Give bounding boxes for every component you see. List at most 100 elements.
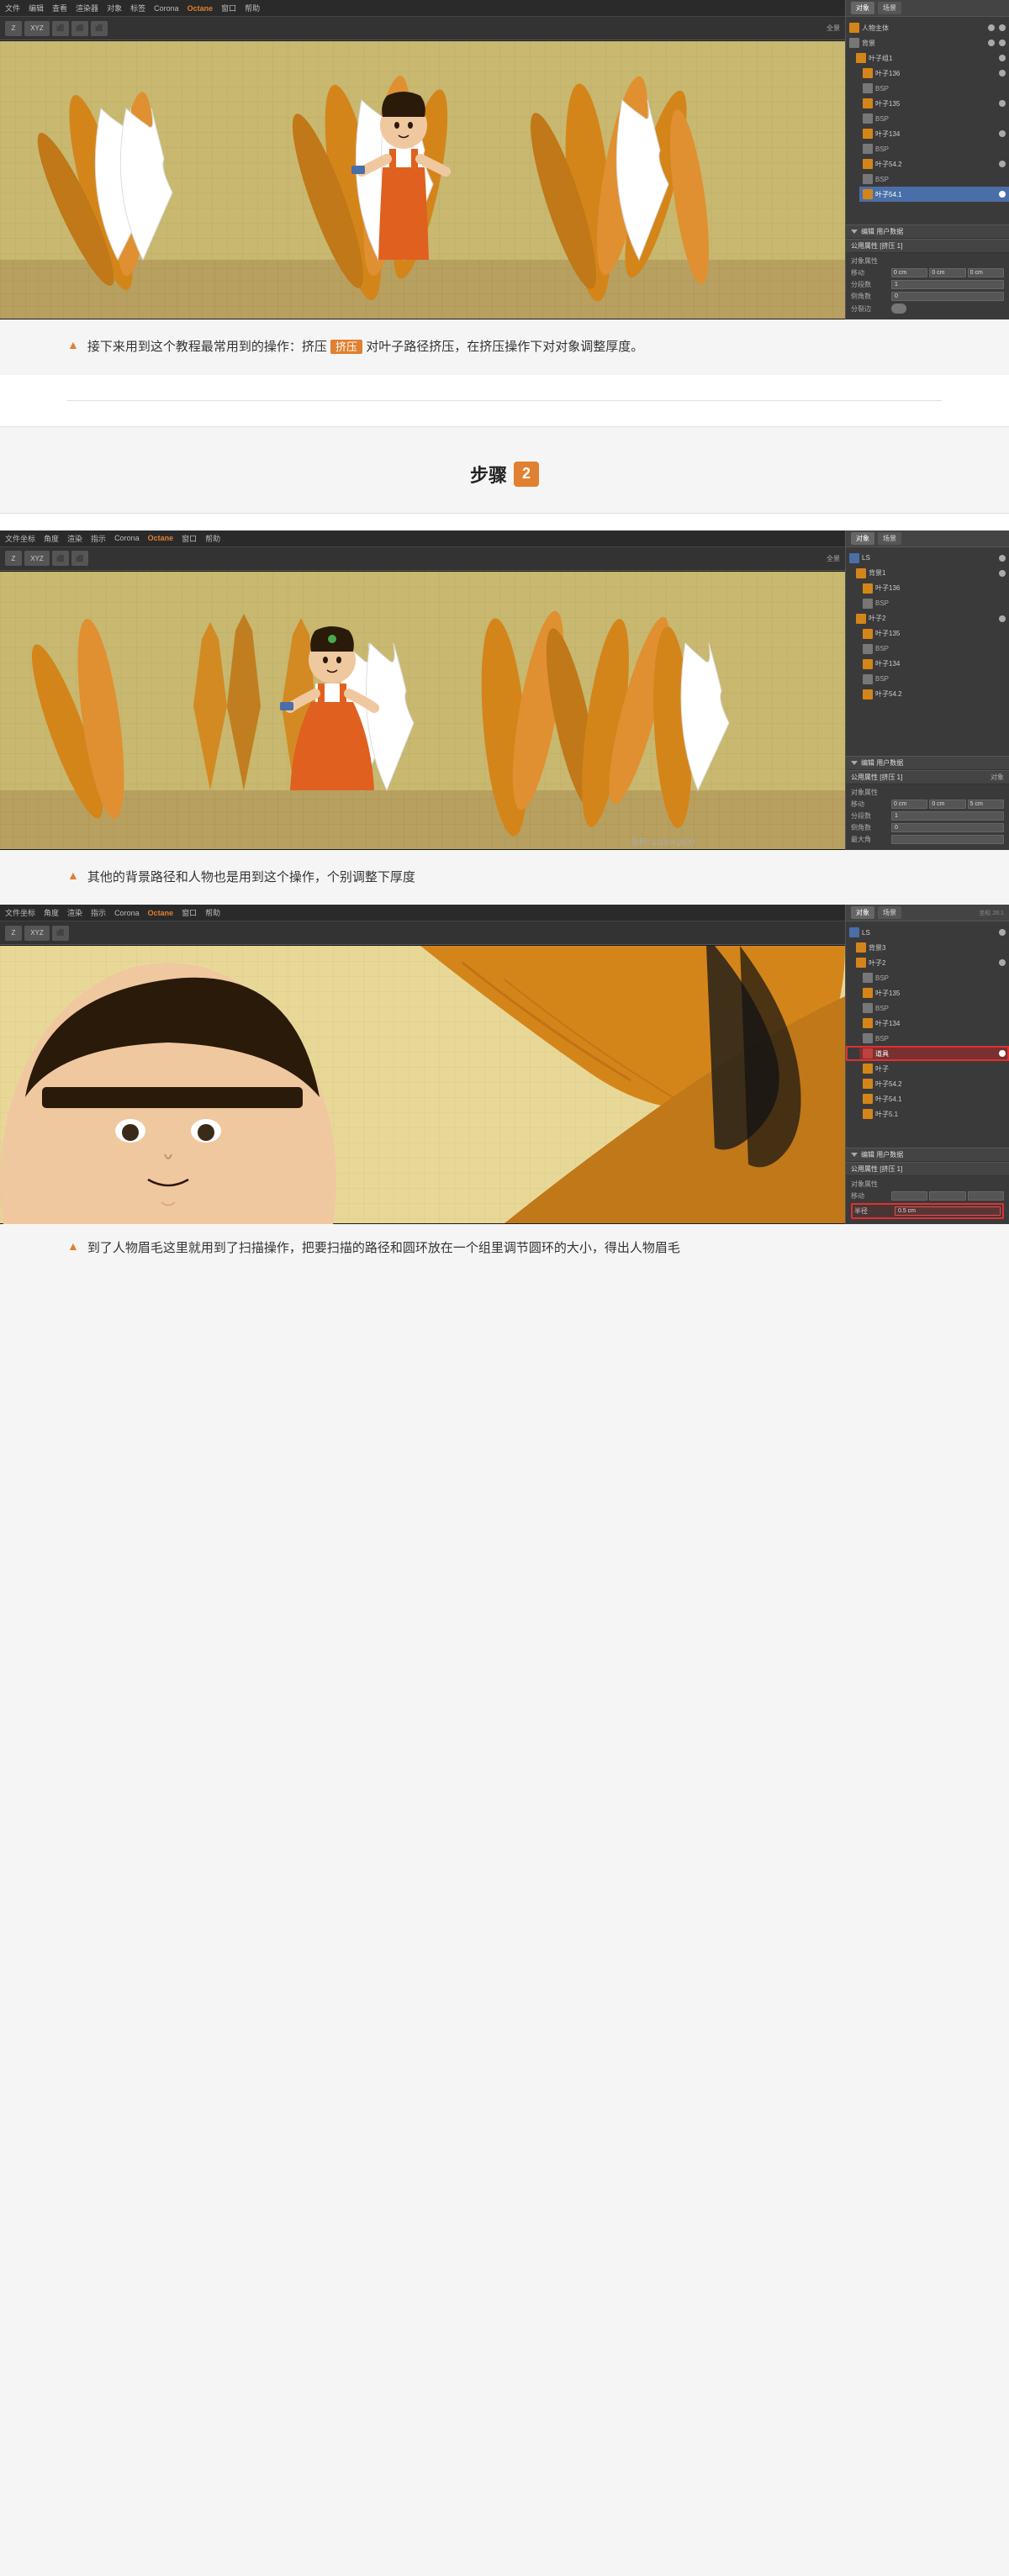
tab2-objects[interactable]: 对象 xyxy=(851,532,874,545)
menu-render[interactable]: 渲染器 xyxy=(76,3,98,13)
vis-dot[interactable] xyxy=(999,1050,1006,1057)
prop-move-z-3[interactable] xyxy=(968,1191,1004,1201)
menu2-corona[interactable]: Corona xyxy=(114,534,140,542)
layer-item[interactable]: BSP xyxy=(859,641,1009,657)
menu2-render[interactable]: 渲染 xyxy=(67,533,82,544)
vis-dot[interactable] xyxy=(999,55,1006,61)
layer-item[interactable]: BSP xyxy=(859,141,1009,156)
layer-item[interactable]: 背景 xyxy=(846,35,1009,50)
layer-item[interactable]: 叶子2 xyxy=(853,955,1009,970)
prop-move-y-3[interactable] xyxy=(929,1191,965,1201)
prop-seg-input[interactable] xyxy=(891,280,1004,289)
toolbar3-btn-1[interactable]: Z xyxy=(5,926,22,941)
toolbar-btn-1[interactable]: Z xyxy=(5,21,22,36)
menu-file[interactable]: 文件 xyxy=(5,3,20,13)
layer-item[interactable]: 人物主体 xyxy=(846,20,1009,35)
layer-item[interactable]: BSP xyxy=(859,1000,1009,1016)
menu-octane[interactable]: Octane xyxy=(188,4,214,13)
menu3-corona[interactable]: Corona xyxy=(114,909,140,917)
layer-item[interactable]: BSP xyxy=(859,970,1009,985)
layer-item[interactable]: BSP xyxy=(859,596,1009,611)
menu2-angle[interactable]: 角度 xyxy=(44,533,59,544)
menu-tag[interactable]: 标签 xyxy=(130,3,145,13)
prop-move-x-3[interactable] xyxy=(891,1191,927,1201)
menu3-octane[interactable]: Octane xyxy=(148,909,174,917)
menu3-help[interactable]: 帮助 xyxy=(205,907,220,918)
prop-move-z[interactable] xyxy=(968,268,1004,277)
layer-item[interactable]: 叶子54.2 xyxy=(859,156,1009,172)
layer-item[interactable]: 叶子135 xyxy=(859,985,1009,1000)
layer-item[interactable]: 叶子54.1 xyxy=(859,1091,1009,1106)
prop-max-input-2[interactable] xyxy=(891,835,1004,844)
vis-dot2[interactable] xyxy=(999,24,1006,31)
layer-item[interactable]: 叶子136 xyxy=(859,66,1009,81)
vis-dot[interactable] xyxy=(999,100,1006,107)
prop-move-x-2[interactable] xyxy=(891,800,927,809)
prop-move-x[interactable] xyxy=(891,268,927,277)
vis-dot[interactable] xyxy=(999,70,1006,77)
toolbar3-btn-3[interactable]: ⬛ xyxy=(52,926,69,941)
layer-item-ls[interactable]: LS xyxy=(846,551,1009,566)
prop-move-y[interactable] xyxy=(929,268,965,277)
vis-dot[interactable] xyxy=(999,555,1006,562)
menu3-window[interactable]: 窗口 xyxy=(182,907,197,918)
layer-item[interactable]: 叶子组1 xyxy=(853,50,1009,66)
tab-objects[interactable]: 对象 xyxy=(851,2,874,14)
layer-item[interactable]: BSP xyxy=(859,81,1009,96)
vis-dot[interactable] xyxy=(988,40,995,46)
toolbar2-btn-4[interactable]: ⬛ xyxy=(71,551,88,566)
tab3-scene[interactable]: 场景 xyxy=(878,906,901,919)
layer-item[interactable]: 叶子54.2 xyxy=(859,687,1009,702)
layer-item-selected[interactable]: 叶子54.1 xyxy=(859,187,1009,202)
layer-item[interactable]: 叶子135 xyxy=(859,96,1009,111)
menu-corona[interactable]: Corona xyxy=(154,4,179,13)
tab2-scene[interactable]: 场景 xyxy=(878,532,901,545)
collapse-arrow-2[interactable] xyxy=(851,761,858,765)
toolbar2-btn-3[interactable]: ⬛ xyxy=(52,551,69,566)
prop-radius-input[interactable] xyxy=(895,1206,1001,1216)
vis-dot[interactable] xyxy=(999,929,1006,936)
layer-item[interactable]: 叶子135 xyxy=(859,626,1009,641)
prop-move-y-2[interactable] xyxy=(929,800,965,809)
layer-item[interactable]: 背景1 xyxy=(853,566,1009,581)
vis-dot[interactable] xyxy=(999,959,1006,966)
menu-edit[interactable]: 编辑 xyxy=(29,3,44,13)
menu2-indicate[interactable]: 指示 xyxy=(91,533,106,544)
toolbar-btn-4[interactable]: ⬛ xyxy=(71,21,88,36)
menu-view[interactable]: 查看 xyxy=(52,3,67,13)
vis-dot[interactable] xyxy=(999,615,1006,622)
layer-item-selected-3[interactable]: 道具 xyxy=(859,1046,1009,1061)
layer-item[interactable]: BSP xyxy=(859,1031,1009,1046)
tab-scene[interactable]: 场景 xyxy=(878,2,901,14)
prop-seg-input-2[interactable] xyxy=(891,811,1004,821)
prop-move-z-2[interactable] xyxy=(968,800,1004,809)
vis-dot[interactable] xyxy=(988,24,995,31)
layer-item[interactable]: 叶子134 xyxy=(859,1016,1009,1031)
vis-dot[interactable] xyxy=(999,161,1006,167)
collapse-arrow[interactable] xyxy=(851,230,858,234)
menu2-window[interactable]: 窗口 xyxy=(182,533,197,544)
layer-item[interactable]: 叶子134 xyxy=(859,657,1009,672)
menu3-render[interactable]: 渲染 xyxy=(67,907,82,918)
menu-object[interactable]: 对象 xyxy=(107,3,122,13)
layer-item[interactable]: 叶子134 xyxy=(859,126,1009,141)
menu-window[interactable]: 窗口 xyxy=(221,3,236,13)
tab3-objects[interactable]: 对象 xyxy=(851,906,874,919)
vis-dot[interactable] xyxy=(999,130,1006,137)
layer-item[interactable]: 叶子54.2 xyxy=(859,1076,1009,1091)
layer-item[interactable]: BSP xyxy=(859,111,1009,126)
layer-item-ls3[interactable]: LS xyxy=(846,925,1009,940)
toolbar-btn-2[interactable]: XYZ xyxy=(24,21,50,36)
menu3-file[interactable]: 文件坐标 xyxy=(5,907,35,918)
vis-dot[interactable] xyxy=(999,570,1006,577)
vis-dot[interactable] xyxy=(999,191,1006,198)
menu-help[interactable]: 帮助 xyxy=(245,3,260,13)
prop-bevel-input[interactable] xyxy=(891,292,1004,301)
menu2-help[interactable]: 帮助 xyxy=(205,533,220,544)
collapse-arrow-3[interactable] xyxy=(851,1153,858,1157)
toolbar3-btn-2[interactable]: XYZ xyxy=(24,926,50,941)
layer-item[interactable]: BSP xyxy=(859,172,1009,187)
toolbar-btn-3[interactable]: ⬛ xyxy=(52,21,69,36)
toolbar2-btn-1[interactable]: Z xyxy=(5,551,22,566)
prop-split-toggle[interactable] xyxy=(891,304,906,314)
